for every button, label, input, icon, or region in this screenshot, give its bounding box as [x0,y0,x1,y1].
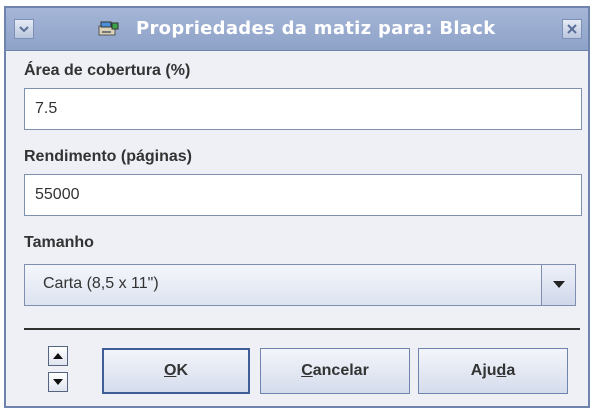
scroll-up-button[interactable] [48,346,68,366]
scroll-down-button[interactable] [48,372,68,392]
close-icon [567,24,577,34]
separator [24,328,580,330]
help-button[interactable]: Aju d a [418,348,568,394]
size-select-dropdown-button[interactable] [541,265,575,305]
help-mnemonic: d [496,362,507,379]
coverage-input[interactable] [24,88,582,130]
yield-label: Rendimento (páginas) [24,148,193,165]
cancel-mnemonic: C [301,362,313,379]
yield-input[interactable] [24,174,582,216]
ok-label-rest: K [176,362,188,379]
ok-button[interactable]: OK [102,348,250,394]
cancel-button[interactable]: Cancelar [260,348,410,394]
size-select-value: Carta (8,5 x 11") [43,275,159,292]
chevron-down-icon [19,26,29,33]
ok-mnemonic: O [163,362,177,379]
help-label-before: Aju [470,362,497,379]
dialog-title: Propriedades da matiz para: Black [136,18,496,39]
title-bar[interactable]: Propriedades da matiz para: Black [6,8,588,51]
triangle-down-icon [553,281,565,288]
triangle-down-icon [53,379,63,385]
size-select[interactable]: Carta (8,5 x 11") [24,264,576,306]
coverage-label: Área de cobertura (%) [24,62,191,79]
triangle-up-icon [53,353,63,359]
close-button[interactable] [562,19,582,39]
window-menu-button[interactable] [14,19,34,39]
cancel-label-rest: ancelar [312,362,369,379]
toner-cartridge-icon [98,21,119,36]
properties-dialog: Propriedades da matiz para: Black Área d… [4,6,590,408]
help-label-after: a [506,362,516,379]
size-label: Tamanho [24,234,94,251]
